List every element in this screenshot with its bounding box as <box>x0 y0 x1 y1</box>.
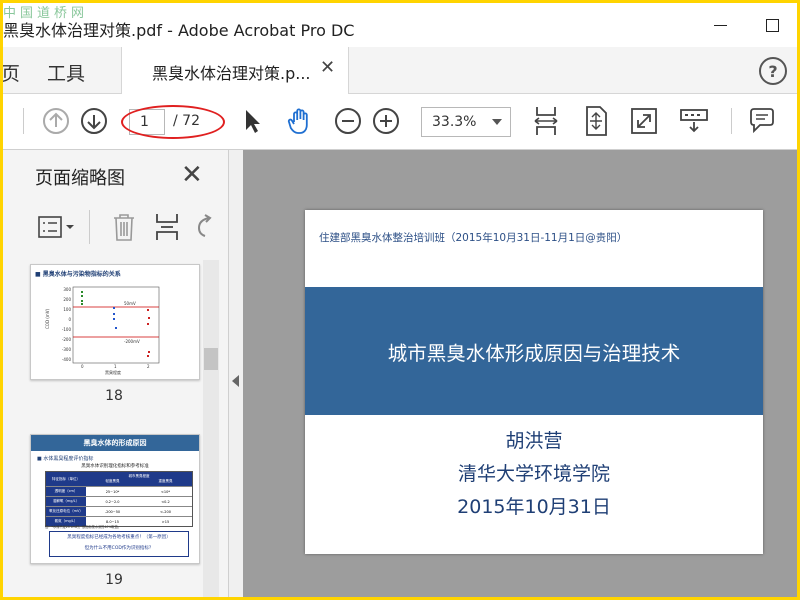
page-thumbnail-18[interactable]: ■ 黑臭水体与污染物指标的关系 300 200 100 0 -100 -200 -300 -4… <box>30 264 200 380</box>
document-tab[interactable]: 黑臭水体治理对策.p... ✕ <box>121 47 349 94</box>
thumb-heading: 黑臭水体的形成原因 <box>31 435 199 451</box>
slide-author: 胡洪营 <box>505 430 563 452</box>
toolbar: 1 / 72 33.3% <box>3 94 797 150</box>
hand-tool-icon[interactable] <box>285 106 315 136</box>
toolbar-separator <box>23 108 24 134</box>
panel-title: 页面缩略图 <box>35 168 125 189</box>
extract-pages-icon[interactable] <box>153 212 181 246</box>
fit-page-icon[interactable] <box>581 106 611 136</box>
thumb-x-tick: 2 <box>147 364 150 369</box>
title-bar: 黑臭水体治理对策.pdf - Adobe Acrobat Pro DC 中国道桥… <box>3 3 797 47</box>
zoom-out-icon[interactable] <box>333 106 363 136</box>
maximize-button[interactable] <box>755 11 789 39</box>
panel-separator <box>89 210 90 244</box>
collapse-panel-icon[interactable] <box>232 375 239 387</box>
pdf-page: 住建部黑臭水体整治培训班（2015年10月31日-11月1日@贵阳） 城市黑臭水… <box>305 210 763 554</box>
menu-bar: 页 工具 黑臭水体治理对策.p... ✕ ? <box>3 47 797 94</box>
toolbar-separator <box>731 108 732 134</box>
close-icon[interactable]: ✕ <box>181 160 203 190</box>
chevron-down-icon <box>492 119 502 125</box>
thumb-y-ticks: 300 200 100 0 -100 -200 -300 -400 <box>61 287 71 362</box>
thumb-callout: 黑臭程度指标已经成为各地考核重点！（第一原因） 但为什么不用COD作为识别指标？ <box>49 531 189 557</box>
zoom-in-icon[interactable] <box>371 106 401 136</box>
thumbnail-page-number: 19 <box>105 572 123 588</box>
previous-page-icon[interactable] <box>41 106 71 136</box>
menu-tools[interactable]: 工具 <box>47 59 85 86</box>
thumb-y-label: COD (mV) <box>45 308 50 329</box>
slide-header: 住建部黑臭水体整治培训班（2015年10月31日-11月1日@贵阳） <box>319 232 628 244</box>
panel-toolbar <box>33 210 223 246</box>
slide-title: 城市黑臭水体形成原因与治理技术 <box>387 342 681 365</box>
rotate-icon[interactable] <box>195 214 213 244</box>
document-view[interactable]: 住建部黑臭水体整治培训班（2015年10月31日-11月1日@贵阳） 城市黑臭水… <box>243 150 797 597</box>
thumbnail-page-number: 18 <box>105 388 123 404</box>
thumb-footnote: 注：*水深不足25 cm时，该指标按水深的40%取值。 <box>45 525 121 529</box>
scrollbar-thumb[interactable] <box>204 348 218 370</box>
tab-label: 黑臭水体治理对策.p... <box>152 64 311 83</box>
menu-home[interactable]: 页 <box>3 59 20 86</box>
options-menu-icon[interactable] <box>37 214 77 244</box>
comment-icon[interactable] <box>747 106 777 136</box>
help-icon[interactable]: ? <box>759 57 787 85</box>
slide-affiliation: 清华大学环境学院 <box>457 463 610 485</box>
thumbnails-panel: 页面缩略图 ✕ ■ 黑臭水体与污染物指标的关系 300 200 100 0 -1… <box>3 150 229 597</box>
minimize-button[interactable] <box>703 11 737 39</box>
annotation-ellipse <box>121 105 225 139</box>
thumbnail-scrollbar[interactable] <box>203 260 219 597</box>
slide-title-band: 城市黑臭水体形成原因与治理技术 <box>305 287 763 415</box>
thumb-x-label: 黑臭程度 <box>105 370 121 375</box>
trash-icon[interactable] <box>111 212 137 246</box>
slide-date: 2015年10月31日 <box>457 496 611 518</box>
thumb-table: 特征指标（单位） 城市黑臭程度 轻度黑臭 重度黑臭 透明度（cm） 25~10* … <box>45 471 193 527</box>
app-window: 黑臭水体治理对策.pdf - Adobe Acrobat Pro DC 中国道桥… <box>3 3 797 597</box>
thumb-bullet: ■ 水体黑臭程度评价指标 <box>37 456 94 462</box>
page-thumbnail-19[interactable]: 黑臭水体的形成原因 ■ 水体黑臭程度评价指标 黑臭水体识别理化指标和参考标准 特… <box>30 434 200 564</box>
next-page-icon[interactable] <box>79 106 109 136</box>
thumbnail-list: ■ 黑臭水体与污染物指标的关系 300 200 100 0 -100 -200 -300 -4… <box>3 260 203 597</box>
thumb-chart <box>72 286 160 364</box>
thumb-line-label: -200mV <box>124 339 140 344</box>
fit-width-icon[interactable] <box>531 106 561 136</box>
read-mode-icon[interactable] <box>679 106 709 136</box>
full-screen-icon[interactable] <box>629 106 659 136</box>
site-watermark: 中国道桥网 <box>3 6 89 21</box>
thumb-x-tick: 0 <box>81 364 84 369</box>
select-cursor-icon[interactable] <box>237 106 267 136</box>
thumb-x-tick: 1 <box>114 364 117 369</box>
zoom-value: 33.3% <box>432 114 477 130</box>
zoom-select[interactable]: 33.3% <box>421 107 511 137</box>
thumb-line-label: 50mV <box>124 301 136 306</box>
tab-close-icon[interactable]: ✕ <box>320 57 335 78</box>
thumb-table-title: 黑臭水体识别理化指标和参考标准 <box>81 464 149 469</box>
